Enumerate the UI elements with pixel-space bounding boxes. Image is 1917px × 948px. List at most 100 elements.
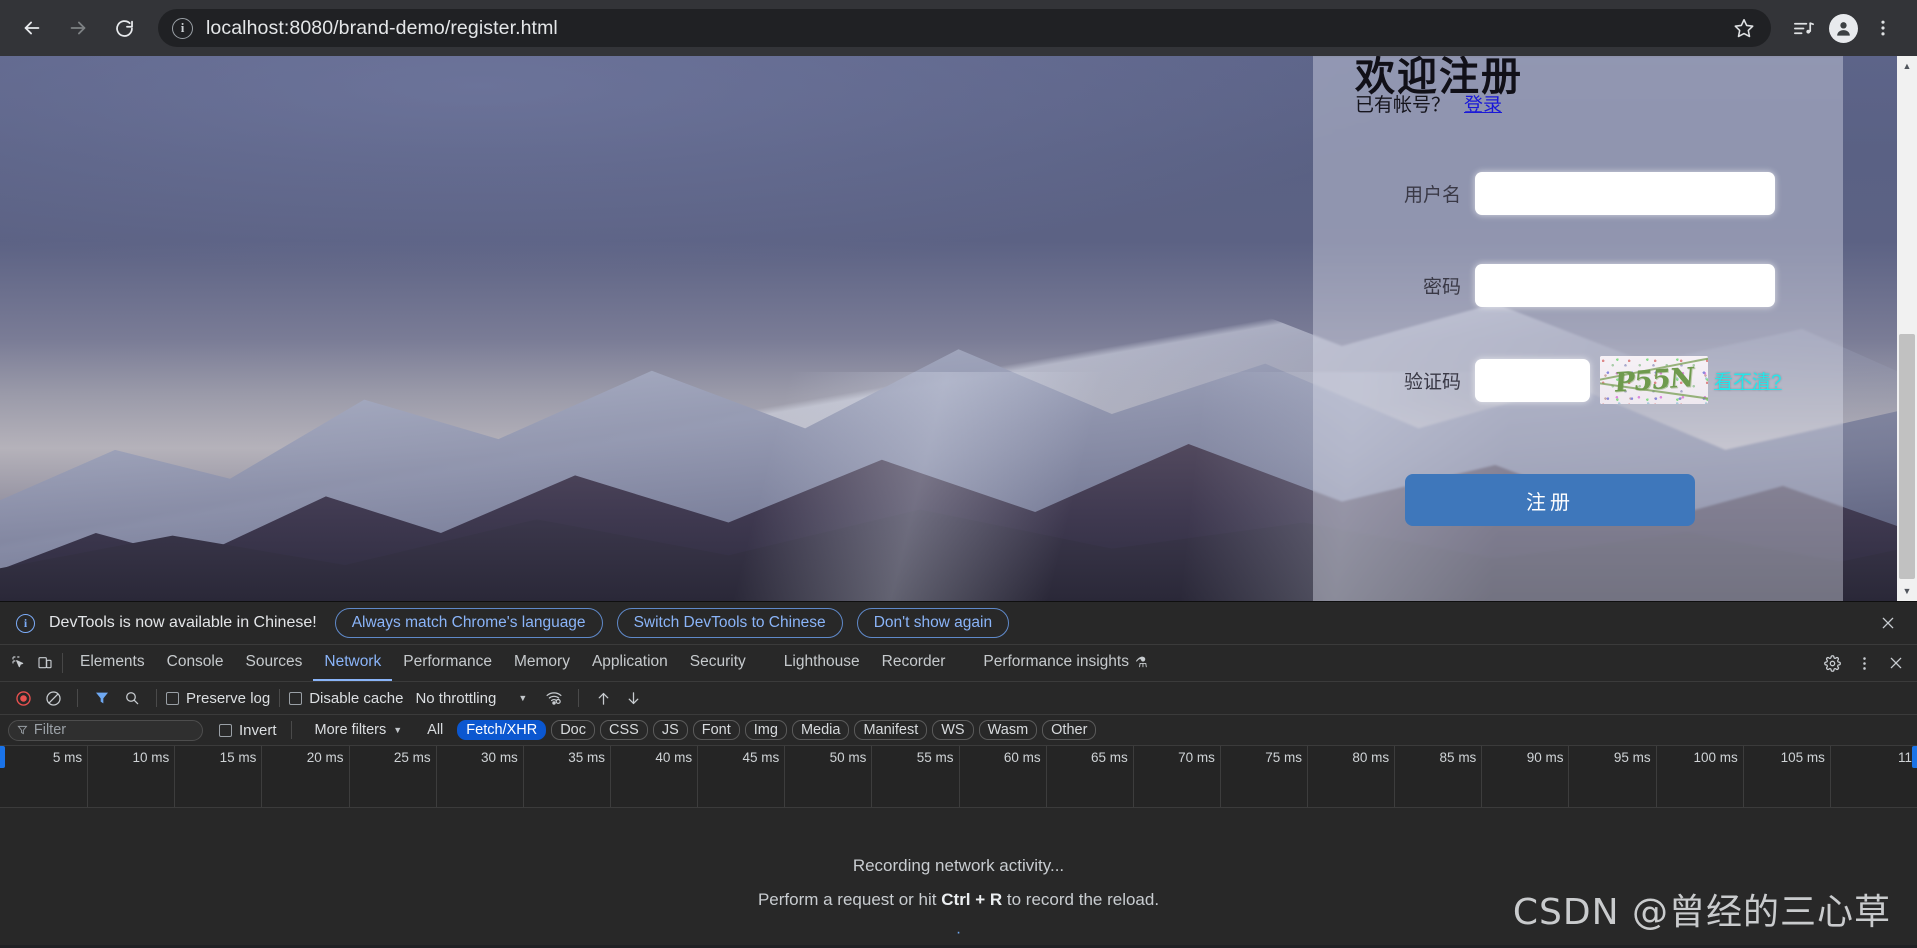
tab-console[interactable]: Console [156, 645, 235, 681]
filter-input-wrapper[interactable] [8, 719, 203, 741]
export-har-icon[interactable] [618, 685, 648, 711]
always-match-language-button[interactable]: Always match Chrome's language [334, 608, 603, 638]
tab-elements[interactable]: Elements [69, 645, 156, 681]
toolbar-divider-1 [77, 689, 78, 707]
timeline-tick: 100 ms [1693, 746, 1744, 807]
captcha-image[interactable]: P55N [1600, 356, 1708, 404]
chrome-menu-icon[interactable] [1863, 8, 1903, 48]
bookmark-star-icon[interactable] [1727, 11, 1761, 45]
tab-security[interactable]: Security [679, 645, 757, 681]
back-button[interactable] [14, 10, 50, 46]
devtools-close-icon[interactable] [1881, 648, 1911, 678]
scroll-down-arrow-icon[interactable]: ▼ [1897, 581, 1917, 601]
timeline-tick: 25 ms [394, 746, 437, 807]
tab-lighthouse[interactable]: Lighthouse [773, 645, 871, 681]
throttling-value: No throttling [415, 689, 497, 707]
chevron-down-icon-2: ▼ [393, 725, 403, 735]
import-har-icon[interactable] [588, 685, 618, 711]
timeline-tick-label: 70 ms [1178, 750, 1215, 765]
filter-pill-manifest[interactable]: Manifest [854, 720, 928, 740]
timeline-tick: 65 ms [1091, 746, 1134, 807]
device-toolbar-icon[interactable] [37, 655, 53, 671]
captcha-input[interactable] [1475, 358, 1590, 402]
preserve-log-checkbox[interactable]: Preserve log [166, 690, 270, 707]
close-icon[interactable] [1873, 608, 1903, 638]
timeline-selection-start-handle[interactable] [0, 746, 5, 768]
filter-toggle-icon[interactable] [87, 685, 117, 711]
have-account-text: 已有帐号？ [1355, 95, 1451, 116]
invert-label: Invert [239, 721, 277, 739]
reload-button[interactable] [106, 10, 142, 46]
filter-pill-other[interactable]: Other [1042, 720, 1097, 740]
filter-input[interactable] [33, 722, 194, 738]
preserve-log-label: Preserve log [186, 689, 271, 707]
login-link[interactable]: 登录 [1464, 90, 1502, 117]
filter-pill-js[interactable]: JS [652, 720, 688, 740]
language-notice-bar: i DevTools is now available in Chinese! … [0, 602, 1917, 645]
tab-sources[interactable]: Sources [235, 645, 314, 681]
media-controls-icon[interactable] [1783, 8, 1823, 48]
flask-icon: ⚗ [1134, 653, 1148, 670]
profile-avatar[interactable] [1823, 8, 1863, 48]
tab-performance-insights[interactable]: Performance insights ⚗ [972, 645, 1158, 681]
scroll-up-arrow-icon[interactable]: ▲ [1897, 56, 1917, 76]
switch-to-chinese-button[interactable]: Switch DevTools to Chinese [616, 608, 843, 638]
filter-pill-font[interactable]: Font [692, 720, 740, 740]
timeline-tick-label: 20 ms [306, 750, 344, 765]
clear-button[interactable] [38, 685, 68, 711]
forward-button[interactable] [60, 10, 96, 46]
toolbar-right-group [1783, 8, 1903, 48]
learn-more-dot-icon[interactable]: · [956, 924, 961, 942]
timeline-tick-label: 45 ms [742, 750, 780, 765]
timeline-tick: 90 ms [1527, 746, 1570, 807]
settings-gear-icon[interactable] [1817, 648, 1847, 678]
record-button[interactable] [8, 685, 38, 711]
timeline-tick: 30 ms [481, 746, 524, 807]
page-scrollbar[interactable]: ▲ ▼ [1897, 56, 1917, 601]
timeline-tick-label: 85 ms [1439, 750, 1477, 765]
filter-pill-css[interactable]: CSS [600, 720, 648, 740]
tab-memory[interactable]: Memory [503, 645, 581, 681]
username-input[interactable] [1475, 172, 1775, 215]
address-bar[interactable]: i localhost:8080/brand-demo/register.htm… [158, 9, 1771, 47]
avatar [1828, 13, 1858, 43]
resource-type-filters: All Fetch/XHR Doc CSS JS Font Img Media … [418, 720, 1097, 740]
disable-cache-checkbox[interactable]: Disable cache [289, 690, 403, 707]
throttling-dropdown[interactable]: No throttling ▼ [415, 690, 527, 707]
more-filters-dropdown[interactable]: More filters ▼ [315, 722, 403, 738]
timeline-tick-label: 40 ms [655, 750, 693, 765]
recording-message: Recording network activity... [852, 856, 1065, 875]
browser-toolbar: i localhost:8080/brand-demo/register.htm… [0, 0, 1917, 56]
timeline-tick-label: 15 ms [219, 750, 257, 765]
tab-performance-insights-label: Performance insights [983, 653, 1129, 670]
tab-performance[interactable]: Performance [392, 645, 503, 681]
timeline-tick: 40 ms [655, 746, 699, 807]
filter-pill-fetch-xhr[interactable]: Fetch/XHR [457, 720, 547, 740]
tab-application[interactable]: Application [581, 645, 679, 681]
password-input[interactable] [1475, 264, 1775, 307]
dont-show-again-button[interactable]: Don't show again [856, 608, 1010, 638]
filter-pill-doc[interactable]: Doc [551, 720, 595, 740]
password-row: 密码 [1313, 264, 1843, 307]
register-submit-button[interactable]: 注册 [1405, 474, 1695, 526]
filter-pill-img[interactable]: Img [744, 720, 787, 740]
filter-pill-wasm[interactable]: Wasm [978, 720, 1038, 740]
submit-row: 注册 [1313, 474, 1843, 526]
search-icon[interactable] [117, 685, 147, 711]
more-options-icon[interactable] [1849, 648, 1879, 678]
timeline-tick: 15 ms [220, 746, 263, 807]
scrollbar-thumb[interactable] [1899, 334, 1915, 579]
tab-network[interactable]: Network [313, 645, 393, 681]
filter-pill-all[interactable]: All [418, 720, 452, 740]
invert-checkbox[interactable]: Invert [219, 722, 277, 739]
tab-recorder[interactable]: Recorder [871, 645, 957, 681]
filter-pill-ws[interactable]: WS [932, 720, 974, 740]
network-timeline-overview[interactable]: 5 ms 10 ms 15 ms 20 ms 25 ms 30 ms 35 ms 40 ms 4… [0, 746, 1917, 808]
filter-pill-media[interactable]: Media [791, 720, 850, 740]
disable-cache-label: Disable cache [309, 689, 404, 707]
refresh-captcha-link[interactable]: 看不清? [1714, 367, 1782, 394]
inspect-element-icon[interactable] [11, 655, 27, 671]
network-conditions-icon[interactable] [539, 685, 569, 711]
site-info-icon[interactable]: i [172, 17, 193, 39]
hint-suffix: to record the reload. [1002, 890, 1160, 909]
